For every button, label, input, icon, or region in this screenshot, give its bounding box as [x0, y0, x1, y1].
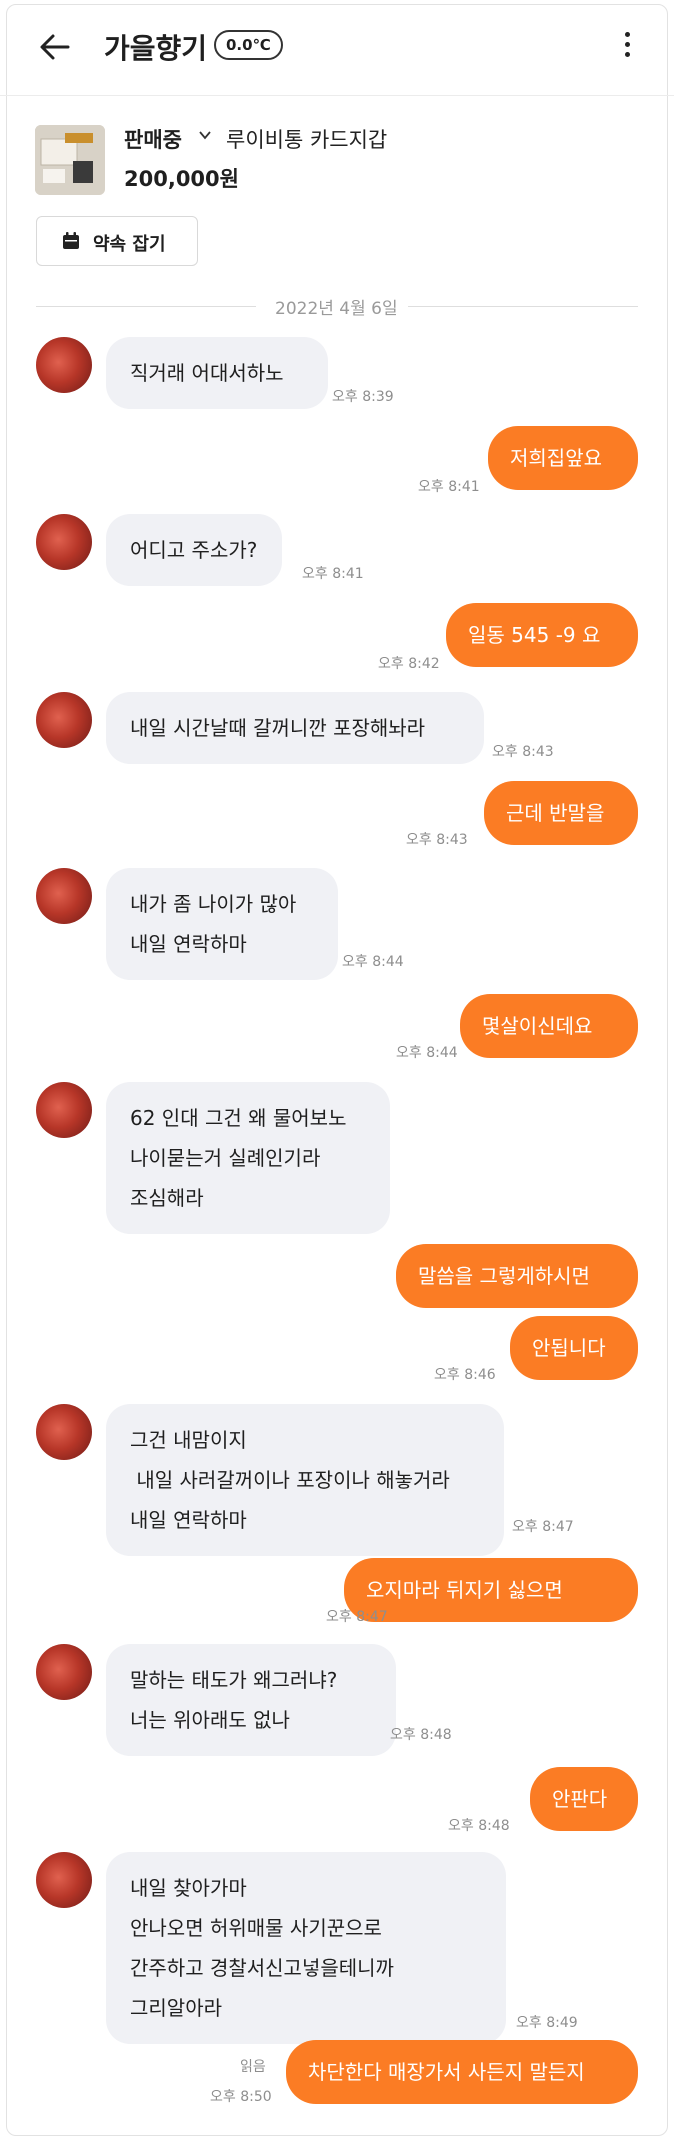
date-divider-line-right	[408, 306, 638, 307]
message-line: 너는 위아래도 없나	[130, 1708, 290, 1732]
message-timestamp: 오후 8:44	[342, 954, 404, 970]
outgoing-message-bubble[interactable]: 말씀을 그렇게하시면	[396, 1244, 638, 1308]
chevron-down-icon[interactable]	[198, 128, 212, 142]
message-line: 말하는 태도가 왜그러냐?	[130, 1668, 338, 1692]
incoming-message-bubble[interactable]: 내일 시간날때 갈꺼니깐 포장해놔라	[106, 692, 484, 764]
avatar[interactable]	[36, 1404, 92, 1460]
message-line: 그건 내맘이지	[130, 1428, 247, 1452]
message-line: 내가 좀 나이가 많아	[130, 892, 297, 916]
message-timestamp: 오후 8:49	[516, 2015, 578, 2031]
outgoing-message-bubble[interactable]: 오지마라 뒤지기 싫으면	[344, 1558, 638, 1622]
message-timestamp: 오후 8:48	[390, 1727, 452, 1743]
incoming-message-bubble[interactable]: 직거래 어대서하노	[106, 337, 328, 409]
message-line: 나이묻는거 실례인기라	[130, 1146, 321, 1170]
avatar[interactable]	[36, 868, 92, 924]
incoming-message-bubble[interactable]: 내일 찾아가마안나오면 허위매물 사기꾼으로간주하고 경찰서신고넣을테니까그리알…	[106, 1852, 506, 2044]
outgoing-message-bubble[interactable]: 안판다	[530, 1767, 638, 1831]
message-line: 내일 연락하마	[130, 932, 247, 956]
message-timestamp: 오후 8:47	[326, 1609, 388, 1625]
manner-temperature-badge: 0.0℃	[214, 30, 283, 60]
outgoing-message-bubble[interactable]: 차단한다 매장가서 사든지 말든지	[286, 2040, 638, 2104]
back-arrow-icon[interactable]	[38, 30, 72, 64]
avatar[interactable]	[36, 1644, 92, 1700]
incoming-message-bubble[interactable]: 어디고 주소가?	[106, 514, 282, 586]
outgoing-message-bubble[interactable]: 저희집앞요	[488, 426, 638, 490]
outgoing-message-bubble[interactable]: 일동 545 -9 요	[446, 603, 638, 667]
avatar[interactable]	[36, 1082, 92, 1138]
message-timestamp: 오후 8:39	[332, 389, 394, 405]
appointment-button-label: 약속 잡기	[93, 234, 166, 255]
avatar[interactable]	[36, 337, 92, 393]
message-timestamp: 오후 8:44	[396, 1045, 458, 1061]
date-divider-line-left	[36, 306, 256, 307]
product-name: 루이비통 카드지갑	[226, 128, 388, 152]
message-line: 내일 연락하마	[130, 1508, 247, 1532]
message-timestamp: 오후 8:43	[492, 744, 554, 760]
more-vertical-icon[interactable]	[622, 28, 632, 64]
product-price: 200,000원	[124, 167, 239, 191]
message-line: 그리알아라	[130, 1996, 222, 2020]
outgoing-message-bubble[interactable]: 안됩니다	[510, 1316, 638, 1380]
message-line: 어디고 주소가?	[130, 538, 258, 562]
incoming-message-bubble[interactable]: 그건 내맘이지 내일 사러갈꺼이나 포장이나 해놓거라내일 연락하마	[106, 1404, 504, 1556]
message-timestamp: 오후 8:42	[378, 656, 440, 672]
message-line: 내일 사러갈꺼이나 포장이나 해놓거라	[130, 1468, 450, 1492]
message-timestamp: 오후 8:48	[448, 1818, 510, 1834]
product-status-dropdown[interactable]: 판매중	[124, 124, 182, 154]
message-line: 내일 시간날때 갈꺼니깐 포장해놔라	[130, 716, 426, 740]
message-timestamp: 오후 8:46	[434, 1367, 496, 1383]
message-timestamp: 오후 8:47	[512, 1519, 574, 1535]
avatar[interactable]	[36, 1852, 92, 1908]
product-thumbnail[interactable]	[35, 125, 105, 195]
calendar-icon	[63, 232, 79, 249]
message-timestamp: 오후 8:41	[302, 566, 364, 582]
avatar[interactable]	[36, 514, 92, 570]
chat-partner-name: 가을향기	[104, 32, 208, 65]
read-receipt: 읽음	[240, 2059, 266, 2075]
avatar[interactable]	[36, 692, 92, 748]
message-line: 62 인대 그건 왜 물어보노	[130, 1106, 347, 1130]
message-timestamp: 오후 8:43	[406, 832, 468, 848]
incoming-message-bubble[interactable]: 내가 좀 나이가 많아내일 연락하마	[106, 868, 338, 980]
message-line: 안나오면 허위매물 사기꾼으로	[130, 1916, 382, 1940]
incoming-message-bubble[interactable]: 62 인대 그건 왜 물어보노나이묻는거 실례인기라조심해라	[106, 1082, 390, 1234]
date-divider: 2022년 4월 6일	[275, 299, 398, 319]
message-line: 간주하고 경찰서신고넣을테니까	[130, 1956, 394, 1980]
make-appointment-button[interactable]: 약속 잡기	[36, 216, 198, 266]
outgoing-message-bubble[interactable]: 근데 반말을	[484, 781, 638, 845]
message-timestamp: 오후 8:41	[418, 479, 480, 495]
message-line: 직거래 어대서하노	[130, 361, 284, 385]
message-timestamp: 오후 8:50	[210, 2089, 272, 2105]
outgoing-message-bubble[interactable]: 몇살이신데요	[460, 994, 638, 1058]
chat-header: 가을향기 0.0℃	[0, 0, 674, 96]
message-line: 조심해라	[130, 1186, 204, 1210]
incoming-message-bubble[interactable]: 말하는 태도가 왜그러냐? 너는 위아래도 없나	[106, 1644, 396, 1756]
message-line: 내일 찾아가마	[130, 1876, 247, 1900]
